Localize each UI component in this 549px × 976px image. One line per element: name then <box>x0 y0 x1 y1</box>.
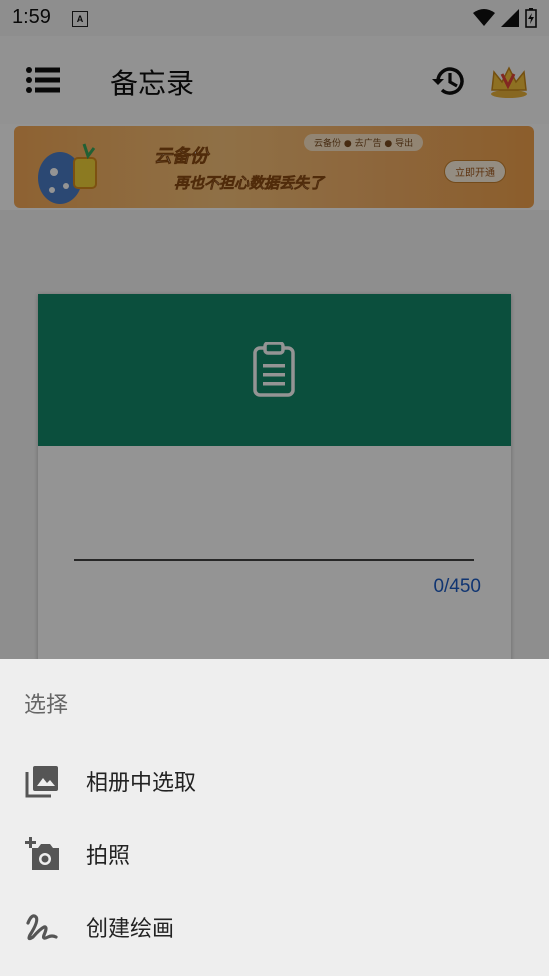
choose-bottom-sheet: 选择 相册中选取 拍照 创建绘画 <box>0 659 549 976</box>
option-label: 创建绘画 <box>86 917 175 942</box>
sheet-title: 选择 <box>24 693 69 718</box>
add-camera-icon <box>25 837 59 870</box>
draw-icon <box>26 914 58 941</box>
option-take-photo[interactable]: 拍照 <box>0 822 549 886</box>
option-label: 相册中选取 <box>86 771 197 796</box>
option-pick-from-album[interactable]: 相册中选取 <box>0 749 549 813</box>
option-label: 拍照 <box>86 844 131 869</box>
photo-library-icon <box>25 766 58 798</box>
option-create-drawing[interactable]: 创建绘画 <box>0 895 549 959</box>
